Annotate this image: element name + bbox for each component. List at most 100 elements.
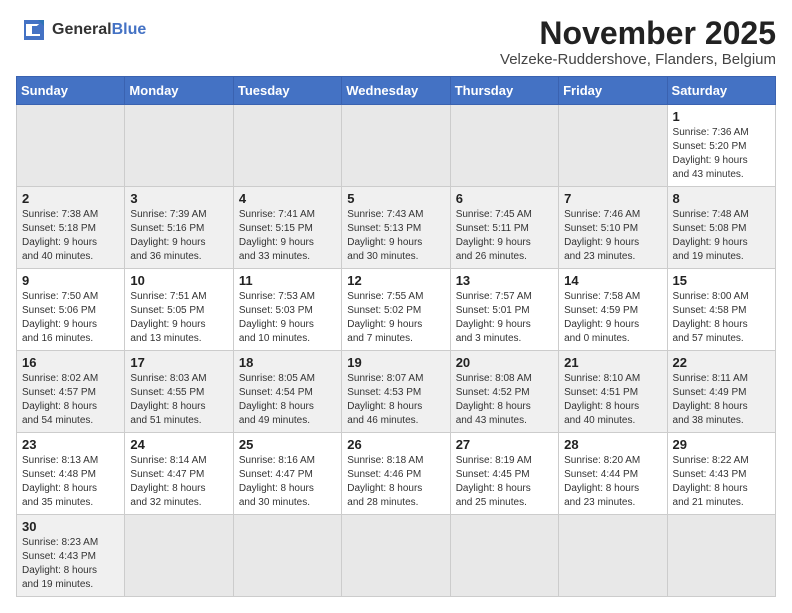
day-number: 6	[456, 191, 553, 206]
day-info: Sunrise: 8:11 AM Sunset: 4:49 PM Dayligh…	[673, 372, 770, 428]
calendar-day-cell: 4 Sunrise: 7:41 AM Sunset: 5:15 PM Daylig…	[233, 187, 341, 269]
calendar-day-cell: 10 Sunrise: 7:51 AM Sunset: 5:05 PM Dayli…	[125, 269, 233, 351]
day-number: 16	[22, 355, 119, 370]
calendar-day-cell: 7 Sunrise: 7:46 AM Sunset: 5:10 PM Daylig…	[559, 187, 667, 269]
calendar-day-cell: 25 Sunrise: 8:16 AM Sunset: 4:47 PM Dayli…	[233, 433, 341, 515]
day-info: Sunrise: 8:23 AM Sunset: 4:43 PM Dayligh…	[22, 536, 119, 592]
calendar-day-cell: 29 Sunrise: 8:22 AM Sunset: 4:43 PM Dayli…	[667, 433, 775, 515]
calendar-week-row: 1 Sunrise: 7:36 AM Sunset: 5:20 PM Daylig…	[17, 105, 776, 187]
weekday-header-thursday: Thursday	[450, 77, 558, 105]
calendar-day-cell: 18Sunrise: 8:05 AM Sunset: 4:54 PM Dayli…	[233, 351, 341, 433]
calendar-day-cell	[342, 105, 450, 187]
calendar-day-cell: 30 Sunrise: 8:23 AM Sunset: 4:43 PM Dayli…	[17, 515, 125, 597]
weekday-header-monday: Monday	[125, 77, 233, 105]
calendar-week-row: 23Sunrise: 8:13 AM Sunset: 4:48 PM Dayli…	[17, 433, 776, 515]
day-number: 23	[22, 437, 119, 452]
calendar-week-row: 2 Sunrise: 7:38 AM Sunset: 5:18 PM Daylig…	[17, 187, 776, 269]
calendar-day-cell: 13 Sunrise: 7:57 AM Sunset: 5:01 PM Dayli…	[450, 269, 558, 351]
calendar-day-cell	[125, 105, 233, 187]
calendar-day-cell: 23Sunrise: 8:13 AM Sunset: 4:48 PM Dayli…	[17, 433, 125, 515]
title-block: November 2025 Velzeke-Ruddershove, Fland…	[500, 16, 776, 68]
day-number: 1	[673, 109, 770, 124]
day-number: 29	[673, 437, 770, 452]
calendar-day-cell: 27Sunrise: 8:19 AM Sunset: 4:45 PM Dayli…	[450, 433, 558, 515]
day-number: 8	[673, 191, 770, 206]
weekday-header-wednesday: Wednesday	[342, 77, 450, 105]
calendar-day-cell: 2 Sunrise: 7:38 AM Sunset: 5:18 PM Daylig…	[17, 187, 125, 269]
day-info: Sunrise: 8:02 AM Sunset: 4:57 PM Dayligh…	[22, 372, 119, 428]
calendar-day-cell: 15Sunrise: 8:00 AM Sunset: 4:58 PM Dayli…	[667, 269, 775, 351]
day-number: 26	[347, 437, 444, 452]
day-info: Sunrise: 7:55 AM Sunset: 5:02 PM Dayligh…	[347, 290, 444, 346]
day-info: Sunrise: 7:57 AM Sunset: 5:01 PM Dayligh…	[456, 290, 553, 346]
day-number: 12	[347, 273, 444, 288]
day-number: 3	[130, 191, 227, 206]
day-info: Sunrise: 7:51 AM Sunset: 5:05 PM Dayligh…	[130, 290, 227, 346]
calendar-day-cell	[342, 515, 450, 597]
day-number: 9	[22, 273, 119, 288]
calendar-week-row: 16 Sunrise: 8:02 AM Sunset: 4:57 PM Dayli…	[17, 351, 776, 433]
day-number: 13	[456, 273, 553, 288]
weekday-header-friday: Friday	[559, 77, 667, 105]
calendar-day-cell: 12 Sunrise: 7:55 AM Sunset: 5:02 PM Dayli…	[342, 269, 450, 351]
day-info: Sunrise: 8:05 AM Sunset: 4:54 PM Dayligh…	[239, 372, 336, 428]
day-number: 22	[673, 355, 770, 370]
calendar-day-cell	[17, 105, 125, 187]
day-number: 10	[130, 273, 227, 288]
day-number: 4	[239, 191, 336, 206]
day-number: 7	[564, 191, 661, 206]
calendar-week-row: 30 Sunrise: 8:23 AM Sunset: 4:43 PM Dayli…	[17, 515, 776, 597]
calendar-day-cell	[125, 515, 233, 597]
day-info: Sunrise: 8:16 AM Sunset: 4:47 PM Dayligh…	[239, 454, 336, 510]
day-number: 19	[347, 355, 444, 370]
calendar-day-cell: 21 Sunrise: 8:10 AM Sunset: 4:51 PM Dayli…	[559, 351, 667, 433]
month-title: November 2025	[500, 16, 776, 51]
calendar-day-cell: 8Sunrise: 7:48 AM Sunset: 5:08 PM Daylig…	[667, 187, 775, 269]
calendar-day-cell: 14Sunrise: 7:58 AM Sunset: 4:59 PM Dayli…	[559, 269, 667, 351]
day-number: 20	[456, 355, 553, 370]
calendar-day-cell	[233, 515, 341, 597]
day-number: 30	[22, 519, 119, 534]
calendar-day-cell: 19 Sunrise: 8:07 AM Sunset: 4:53 PM Dayli…	[342, 351, 450, 433]
day-info: Sunrise: 7:58 AM Sunset: 4:59 PM Dayligh…	[564, 290, 661, 346]
day-info: Sunrise: 7:53 AM Sunset: 5:03 PM Dayligh…	[239, 290, 336, 346]
day-info: Sunrise: 7:50 AM Sunset: 5:06 PM Dayligh…	[22, 290, 119, 346]
day-info: Sunrise: 7:38 AM Sunset: 5:18 PM Dayligh…	[22, 208, 119, 264]
calendar-day-cell	[559, 515, 667, 597]
day-info: Sunrise: 7:41 AM Sunset: 5:15 PM Dayligh…	[239, 208, 336, 264]
day-info: Sunrise: 8:03 AM Sunset: 4:55 PM Dayligh…	[130, 372, 227, 428]
calendar-day-cell	[667, 515, 775, 597]
day-number: 21	[564, 355, 661, 370]
day-info: Sunrise: 8:08 AM Sunset: 4:52 PM Dayligh…	[456, 372, 553, 428]
day-info: Sunrise: 8:22 AM Sunset: 4:43 PM Dayligh…	[673, 454, 770, 510]
calendar-day-cell: 26Sunrise: 8:18 AM Sunset: 4:46 PM Dayli…	[342, 433, 450, 515]
day-number: 2	[22, 191, 119, 206]
day-info: Sunrise: 7:39 AM Sunset: 5:16 PM Dayligh…	[130, 208, 227, 264]
day-info: Sunrise: 8:07 AM Sunset: 4:53 PM Dayligh…	[347, 372, 444, 428]
calendar-day-cell: 20 Sunrise: 8:08 AM Sunset: 4:52 PM Dayli…	[450, 351, 558, 433]
day-info: Sunrise: 7:46 AM Sunset: 5:10 PM Dayligh…	[564, 208, 661, 264]
day-number: 25	[239, 437, 336, 452]
calendar-day-cell: 24Sunrise: 8:14 AM Sunset: 4:47 PM Dayli…	[125, 433, 233, 515]
calendar-day-cell	[450, 105, 558, 187]
location-subtitle: Velzeke-Ruddershove, Flanders, Belgium	[500, 51, 776, 68]
day-number: 28	[564, 437, 661, 452]
day-info: Sunrise: 7:43 AM Sunset: 5:13 PM Dayligh…	[347, 208, 444, 264]
calendar-day-cell: 9 Sunrise: 7:50 AM Sunset: 5:06 PM Daylig…	[17, 269, 125, 351]
calendar-day-cell: 5 Sunrise: 7:43 AM Sunset: 5:13 PM Daylig…	[342, 187, 450, 269]
day-number: 17	[130, 355, 227, 370]
calendar-day-cell: 1 Sunrise: 7:36 AM Sunset: 5:20 PM Daylig…	[667, 105, 775, 187]
day-info: Sunrise: 8:20 AM Sunset: 4:44 PM Dayligh…	[564, 454, 661, 510]
calendar-day-cell	[233, 105, 341, 187]
day-info: Sunrise: 8:19 AM Sunset: 4:45 PM Dayligh…	[456, 454, 553, 510]
weekday-header-sunday: Sunday	[17, 77, 125, 105]
day-number: 11	[239, 273, 336, 288]
day-info: Sunrise: 8:10 AM Sunset: 4:51 PM Dayligh…	[564, 372, 661, 428]
calendar-day-cell: 11 Sunrise: 7:53 AM Sunset: 5:03 PM Dayli…	[233, 269, 341, 351]
day-number: 5	[347, 191, 444, 206]
page-header: GeneralBlue November 2025 Velzeke-Rudder…	[16, 16, 776, 68]
day-info: Sunrise: 7:36 AM Sunset: 5:20 PM Dayligh…	[673, 126, 770, 182]
day-number: 24	[130, 437, 227, 452]
weekday-header-saturday: Saturday	[667, 77, 775, 105]
calendar-day-cell	[450, 515, 558, 597]
